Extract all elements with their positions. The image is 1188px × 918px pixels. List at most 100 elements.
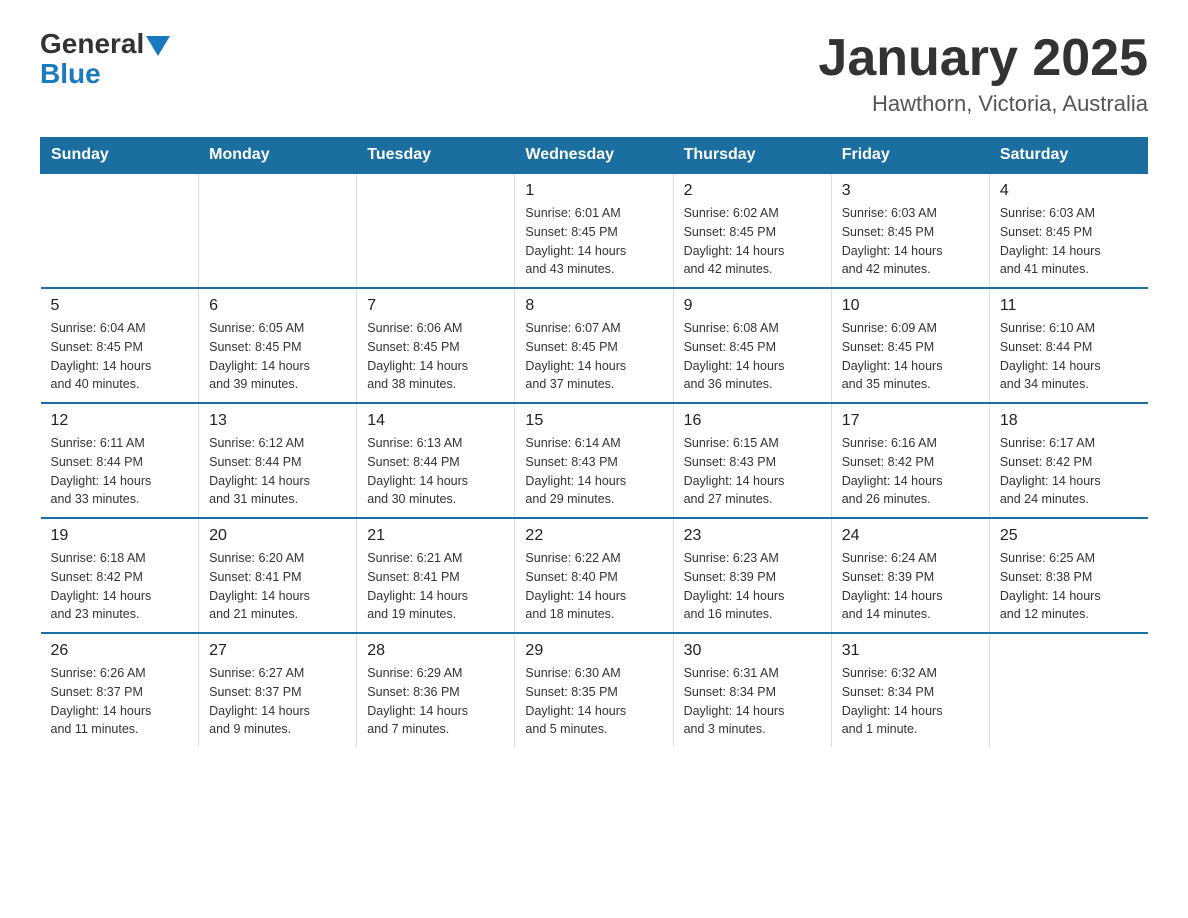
calendar-cell: 22 Sunrise: 6:22 AMSunset: 8:40 PMDayligh… xyxy=(515,518,673,633)
day-number: 31 xyxy=(842,642,979,660)
day-info: Sunrise: 6:08 AMSunset: 8:45 PMDaylight:… xyxy=(684,319,821,394)
day-number: 8 xyxy=(525,297,662,315)
calendar-cell: 7 Sunrise: 6:06 AMSunset: 8:45 PMDaylight… xyxy=(357,288,515,403)
page-title: January 2025 xyxy=(818,30,1148,87)
day-info: Sunrise: 6:07 AMSunset: 8:45 PMDaylight:… xyxy=(525,319,662,394)
calendar-week-row: 19 Sunrise: 6:18 AMSunset: 8:42 PMDayligh… xyxy=(41,518,1148,633)
day-number: 3 xyxy=(842,182,979,200)
day-info: Sunrise: 6:22 AMSunset: 8:40 PMDaylight:… xyxy=(525,549,662,624)
day-info: Sunrise: 6:16 AMSunset: 8:42 PMDaylight:… xyxy=(842,434,979,509)
day-info: Sunrise: 6:30 AMSunset: 8:35 PMDaylight:… xyxy=(525,664,662,739)
day-info: Sunrise: 6:24 AMSunset: 8:39 PMDaylight:… xyxy=(842,549,979,624)
calendar-cell: 8 Sunrise: 6:07 AMSunset: 8:45 PMDaylight… xyxy=(515,288,673,403)
day-number: 17 xyxy=(842,412,979,430)
calendar-cell: 2 Sunrise: 6:02 AMSunset: 8:45 PMDaylight… xyxy=(673,173,831,288)
logo-blue-text: Blue xyxy=(40,58,101,90)
day-info: Sunrise: 6:04 AMSunset: 8:45 PMDaylight:… xyxy=(51,319,189,394)
day-number: 26 xyxy=(51,642,189,660)
day-number: 15 xyxy=(525,412,662,430)
calendar-header: SundayMondayTuesdayWednesdayThursdayFrid… xyxy=(41,138,1148,174)
calendar-cell: 3 Sunrise: 6:03 AMSunset: 8:45 PMDaylight… xyxy=(831,173,989,288)
calendar-cell: 30Sunrise: 6:31 AMSunset: 8:34 PMDayligh… xyxy=(673,633,831,747)
header-cell-saturday: Saturday xyxy=(989,138,1147,174)
day-info: Sunrise: 6:01 AMSunset: 8:45 PMDaylight:… xyxy=(525,204,662,279)
day-info: Sunrise: 6:23 AMSunset: 8:39 PMDaylight:… xyxy=(684,549,821,624)
calendar-cell: 11 Sunrise: 6:10 AMSunset: 8:44 PMDayligh… xyxy=(989,288,1147,403)
calendar-cell: 27Sunrise: 6:27 AMSunset: 8:37 PMDayligh… xyxy=(199,633,357,747)
calendar-cell xyxy=(357,173,515,288)
calendar-cell: 19 Sunrise: 6:18 AMSunset: 8:42 PMDayligh… xyxy=(41,518,199,633)
header-cell-monday: Monday xyxy=(199,138,357,174)
calendar-cell: 24 Sunrise: 6:24 AMSunset: 8:39 PMDayligh… xyxy=(831,518,989,633)
logo-triangle-icon xyxy=(146,36,170,56)
title-area: January 2025 Hawthorn, Victoria, Austral… xyxy=(818,30,1148,117)
day-number: 22 xyxy=(525,527,662,545)
day-number: 29 xyxy=(525,642,662,660)
calendar-cell: 12Sunrise: 6:11 AMSunset: 8:44 PMDayligh… xyxy=(41,403,199,518)
calendar-week-row: 5 Sunrise: 6:04 AMSunset: 8:45 PMDaylight… xyxy=(41,288,1148,403)
day-number: 19 xyxy=(51,527,189,545)
calendar-cell: 5 Sunrise: 6:04 AMSunset: 8:45 PMDaylight… xyxy=(41,288,199,403)
calendar-cell: 15Sunrise: 6:14 AMSunset: 8:43 PMDayligh… xyxy=(515,403,673,518)
calendar-cell: 26 Sunrise: 6:26 AMSunset: 8:37 PMDayligh… xyxy=(41,633,199,747)
calendar-cell: 6Sunrise: 6:05 AMSunset: 8:45 PMDaylight… xyxy=(199,288,357,403)
day-number: 7 xyxy=(367,297,504,315)
calendar-body: 1 Sunrise: 6:01 AMSunset: 8:45 PMDaylight… xyxy=(41,173,1148,747)
header-cell-sunday: Sunday xyxy=(41,138,199,174)
header-cell-wednesday: Wednesday xyxy=(515,138,673,174)
day-info: Sunrise: 6:29 AMSunset: 8:36 PMDaylight:… xyxy=(367,664,504,739)
logo-general-text: General xyxy=(40,30,144,58)
calendar-cell: 23Sunrise: 6:23 AMSunset: 8:39 PMDayligh… xyxy=(673,518,831,633)
day-number: 4 xyxy=(1000,182,1138,200)
day-info: Sunrise: 6:18 AMSunset: 8:42 PMDaylight:… xyxy=(51,549,189,624)
calendar-cell: 20 Sunrise: 6:20 AMSunset: 8:41 PMDayligh… xyxy=(199,518,357,633)
day-info: Sunrise: 6:25 AMSunset: 8:38 PMDaylight:… xyxy=(1000,549,1138,624)
calendar-cell xyxy=(989,633,1147,747)
day-number: 20 xyxy=(209,527,346,545)
day-number: 9 xyxy=(684,297,821,315)
day-number: 25 xyxy=(1000,527,1138,545)
day-info: Sunrise: 6:10 AMSunset: 8:44 PMDaylight:… xyxy=(1000,319,1138,394)
logo: General Blue xyxy=(40,30,172,90)
day-info: Sunrise: 6:13 AMSunset: 8:44 PMDaylight:… xyxy=(367,434,504,509)
day-number: 2 xyxy=(684,182,821,200)
day-number: 24 xyxy=(842,527,979,545)
calendar-cell xyxy=(41,173,199,288)
day-number: 1 xyxy=(525,182,662,200)
day-number: 28 xyxy=(367,642,504,660)
calendar-cell: 10Sunrise: 6:09 AMSunset: 8:45 PMDayligh… xyxy=(831,288,989,403)
calendar-table: SundayMondayTuesdayWednesdayThursdayFrid… xyxy=(40,137,1148,747)
calendar-cell: 18Sunrise: 6:17 AMSunset: 8:42 PMDayligh… xyxy=(989,403,1147,518)
calendar-cell xyxy=(199,173,357,288)
calendar-cell: 9 Sunrise: 6:08 AMSunset: 8:45 PMDaylight… xyxy=(673,288,831,403)
calendar-cell: 25 Sunrise: 6:25 AMSunset: 8:38 PMDayligh… xyxy=(989,518,1147,633)
calendar-cell: 29 Sunrise: 6:30 AMSunset: 8:35 PMDayligh… xyxy=(515,633,673,747)
day-number: 21 xyxy=(367,527,504,545)
day-number: 18 xyxy=(1000,412,1138,430)
day-info: Sunrise: 6:11 AMSunset: 8:44 PMDaylight:… xyxy=(51,434,189,509)
day-info: Sunrise: 6:03 AMSunset: 8:45 PMDaylight:… xyxy=(842,204,979,279)
day-info: Sunrise: 6:15 AMSunset: 8:43 PMDaylight:… xyxy=(684,434,821,509)
header-cell-tuesday: Tuesday xyxy=(357,138,515,174)
calendar-cell: 13Sunrise: 6:12 AMSunset: 8:44 PMDayligh… xyxy=(199,403,357,518)
calendar-cell: 31Sunrise: 6:32 AMSunset: 8:34 PMDayligh… xyxy=(831,633,989,747)
day-info: Sunrise: 6:20 AMSunset: 8:41 PMDaylight:… xyxy=(209,549,346,624)
day-info: Sunrise: 6:26 AMSunset: 8:37 PMDaylight:… xyxy=(51,664,189,739)
day-info: Sunrise: 6:21 AMSunset: 8:41 PMDaylight:… xyxy=(367,549,504,624)
calendar-week-row: 26 Sunrise: 6:26 AMSunset: 8:37 PMDayligh… xyxy=(41,633,1148,747)
day-number: 13 xyxy=(209,412,346,430)
day-info: Sunrise: 6:02 AMSunset: 8:45 PMDaylight:… xyxy=(684,204,821,279)
day-info: Sunrise: 6:06 AMSunset: 8:45 PMDaylight:… xyxy=(367,319,504,394)
day-number: 30 xyxy=(684,642,821,660)
calendar-week-row: 12Sunrise: 6:11 AMSunset: 8:44 PMDayligh… xyxy=(41,403,1148,518)
calendar-week-row: 1 Sunrise: 6:01 AMSunset: 8:45 PMDaylight… xyxy=(41,173,1148,288)
calendar-cell: 14Sunrise: 6:13 AMSunset: 8:44 PMDayligh… xyxy=(357,403,515,518)
day-number: 6 xyxy=(209,297,346,315)
calendar-cell: 1 Sunrise: 6:01 AMSunset: 8:45 PMDaylight… xyxy=(515,173,673,288)
day-number: 5 xyxy=(51,297,189,315)
day-info: Sunrise: 6:03 AMSunset: 8:45 PMDaylight:… xyxy=(1000,204,1138,279)
calendar-cell: 4 Sunrise: 6:03 AMSunset: 8:45 PMDaylight… xyxy=(989,173,1147,288)
day-number: 11 xyxy=(1000,297,1138,315)
header-cell-friday: Friday xyxy=(831,138,989,174)
page-subtitle: Hawthorn, Victoria, Australia xyxy=(818,91,1148,117)
